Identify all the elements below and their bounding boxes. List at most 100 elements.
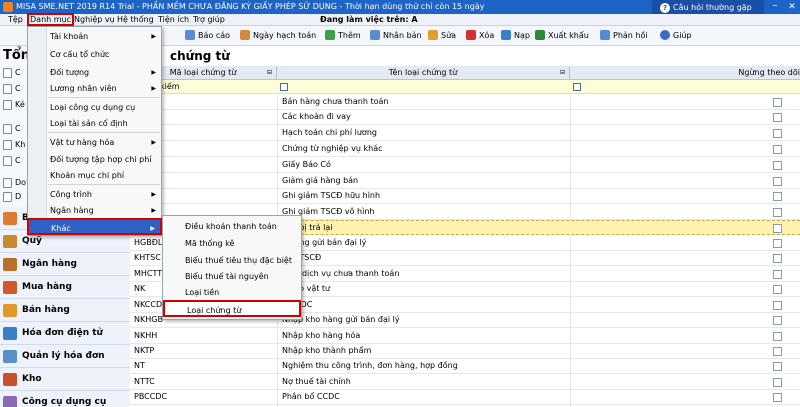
menu-item-ma-thong-ke[interactable]: Mã thống kê xyxy=(163,235,301,252)
menu-item-co-cau-to-chuc[interactable]: Cơ cấu tổ chức xyxy=(28,46,161,63)
table-row[interactable]: NTTC Nợ thuế tài chính xyxy=(130,375,800,390)
menu-item-doi-tuong-tap-hop-chi-phi[interactable]: Đối tượng tập hợp chi phí xyxy=(28,151,161,168)
inactive-checkbox[interactable] xyxy=(773,239,782,248)
module-ngan-hang[interactable]: Ngân hàng xyxy=(0,253,130,276)
menu-tro-giup[interactable]: Trợ giúp xyxy=(193,14,225,26)
filter-icon[interactable] xyxy=(573,83,581,91)
module-ban-hang[interactable]: Bán hàng xyxy=(0,299,130,322)
table-row[interactable]: Giấy Báo Có xyxy=(130,158,800,173)
toolbar-delete[interactable]: Xóa xyxy=(466,30,494,42)
menu-he-thong[interactable]: Hệ thống xyxy=(117,14,154,26)
menu-item-bieu-thue-tai-nguyen[interactable]: Biểu thuế tài nguyên xyxy=(163,268,301,285)
submenu-arrow-icon: ▶ xyxy=(151,69,156,76)
column-header-name[interactable]: Tên loại chứng từ ⊟ xyxy=(277,66,570,80)
menu-item-khac[interactable]: Khác ▶ xyxy=(27,218,162,235)
toolbar-feedback[interactable]: Phản hồi xyxy=(600,30,648,42)
tree-item[interactable]: Ké xyxy=(15,100,25,109)
cell-code: NK xyxy=(134,284,146,293)
inactive-checkbox[interactable] xyxy=(773,177,782,186)
tree-item[interactable]: C xyxy=(15,68,21,77)
menu-separator xyxy=(48,97,160,98)
cell-name: Nợ thuế tài chính xyxy=(282,377,351,386)
inactive-checkbox[interactable] xyxy=(773,393,782,402)
table-row[interactable]: HHGhi giảm TSCĐ hữu hình xyxy=(130,189,800,204)
toolbar-posting-date[interactable]: Ngày hạch toán xyxy=(240,30,316,42)
tree-item[interactable]: C xyxy=(15,84,21,93)
inactive-checkbox[interactable] xyxy=(773,161,782,170)
menu-item-luong-nhan-vien[interactable]: Lương nhân viên ▶ xyxy=(28,80,161,97)
inactive-checkbox[interactable] xyxy=(773,270,782,279)
module-mua-hang[interactable]: Mua hàng xyxy=(0,276,130,299)
menu-item-tai-khoan[interactable]: Tài khoản ▶ xyxy=(28,28,161,45)
inactive-checkbox[interactable] xyxy=(773,254,782,263)
menu-item-vat-tu-hang-hoa[interactable]: Vật tư hàng hóa ▶ xyxy=(28,134,161,151)
cell-name: Ghi giảm TSCĐ hữu hình xyxy=(282,191,381,200)
inactive-checkbox[interactable] xyxy=(773,129,782,138)
inactive-checkbox[interactable] xyxy=(773,192,782,201)
module-kho[interactable]: Kho xyxy=(0,368,130,391)
inactive-checkbox[interactable] xyxy=(773,113,782,122)
table-row[interactable]: NKTP Nhập kho thành phẩm xyxy=(130,344,800,359)
menu-item-loai-tien[interactable]: Loại tiền xyxy=(163,284,301,301)
toolbar-duplicate[interactable]: Nhân bản xyxy=(370,30,422,42)
table-row[interactable]: Hạch toán chi phí lương xyxy=(130,126,800,141)
filter-input-code[interactable]: kiếm xyxy=(160,82,180,91)
menu-item-dieu-khoan-thanh-toan[interactable]: Điều khoản thanh toán xyxy=(163,218,301,235)
menu-item-label: Công trình xyxy=(50,190,92,199)
menu-item-loai-tscd[interactable]: Loại tài sản cố định xyxy=(28,115,161,132)
inactive-checkbox[interactable] xyxy=(773,316,782,325)
inactive-checkbox[interactable] xyxy=(773,98,782,107)
module-label: Mua hàng xyxy=(22,282,72,292)
menu-nghiep-vu[interactable]: Nghiệp vụ xyxy=(74,14,115,26)
inactive-checkbox[interactable] xyxy=(773,347,782,356)
tree-item[interactable]: C xyxy=(15,156,21,165)
pin-icon[interactable]: ⊟ xyxy=(559,69,566,76)
inactive-checkbox[interactable] xyxy=(773,332,782,341)
module-cong-cu-dung-cu[interactable]: Công cụ dụng cụ xyxy=(0,391,130,407)
menu-item-loai-chung-tu[interactable]: Loại chứng từ xyxy=(163,300,301,317)
module-quan-ly-hoa-don[interactable]: Quản lý hóa đơn xyxy=(0,345,130,368)
menu-item-loai-ccdc[interactable]: Loại công cụ dụng cụ xyxy=(28,99,161,116)
toolbar-reload[interactable]: Nạp xyxy=(501,30,530,42)
column-header-inactive[interactable]: Ngừng theo dõi xyxy=(570,66,800,80)
filter-icon[interactable] xyxy=(280,83,288,91)
minimize-button[interactable]: – xyxy=(768,0,782,14)
toolbar-add[interactable]: Thêm xyxy=(325,30,361,42)
tree-item[interactable]: Kh xyxy=(15,140,25,149)
tree-item[interactable]: D xyxy=(15,192,21,201)
menu-item-label: Loại tài sản cố định xyxy=(50,119,128,128)
toolbar-export[interactable]: Xuất khẩu xyxy=(535,30,589,42)
tree-item[interactable]: Do xyxy=(15,178,26,187)
menu-tien-ich[interactable]: Tiện ích xyxy=(158,14,189,26)
table-row[interactable]: Giảm giá hàng bán xyxy=(130,174,800,189)
table-row[interactable]: Các khoản đi vay xyxy=(130,110,800,125)
inactive-checkbox[interactable] xyxy=(773,208,782,217)
menu-item-doi-tuong[interactable]: Đối tượng ▶ xyxy=(28,64,161,81)
inactive-checkbox[interactable] xyxy=(773,362,782,371)
menu-danh-muc[interactable]: Danh mục xyxy=(27,13,75,26)
inactive-checkbox[interactable] xyxy=(773,378,782,387)
inactive-checkbox[interactable] xyxy=(773,224,782,233)
delete-icon xyxy=(466,30,476,40)
toolbar-help[interactable]: Giúp xyxy=(660,30,692,42)
table-row[interactable]: Chứng từ nghiệp vụ khác xyxy=(130,142,800,157)
table-row[interactable]: NT Nghiệm thu công trình, đơn hàng, hợp đ… xyxy=(130,359,800,374)
toolbar-report[interactable]: Báo cáo xyxy=(185,30,230,42)
tree-item[interactable]: C xyxy=(15,124,21,133)
inactive-checkbox[interactable] xyxy=(773,285,782,294)
table-row[interactable]: Bán hàng chưa thanh toán xyxy=(130,95,800,110)
menu-item-label: Khác xyxy=(51,224,71,233)
inactive-checkbox[interactable] xyxy=(773,301,782,310)
close-button[interactable]: ✕ xyxy=(784,0,800,14)
pin-icon[interactable]: ⊟ xyxy=(266,69,273,76)
menu-item-cong-trinh[interactable]: Công trình ▶ xyxy=(28,186,161,203)
toolbar-edit[interactable]: Sửa xyxy=(428,30,456,42)
table-row[interactable]: PBCCDC Phân bổ CCDC xyxy=(130,390,800,405)
table-row[interactable]: NKHH Nhập kho hàng hóa xyxy=(130,329,800,344)
menu-item-ngan-hang[interactable]: Ngân hàng ▶ xyxy=(28,202,161,219)
menu-item-khoan-muc-chi-phi[interactable]: Khoản mục chi phí xyxy=(28,167,161,184)
inactive-checkbox[interactable] xyxy=(773,145,782,154)
menu-item-bieu-thue-ttdb[interactable]: Biểu thuế tiêu thụ đặc biệt xyxy=(163,252,301,269)
menu-tep[interactable]: Tệp xyxy=(8,14,23,26)
module-hoa-don-dien-tu[interactable]: Hóa đơn điện tử xyxy=(0,322,130,345)
